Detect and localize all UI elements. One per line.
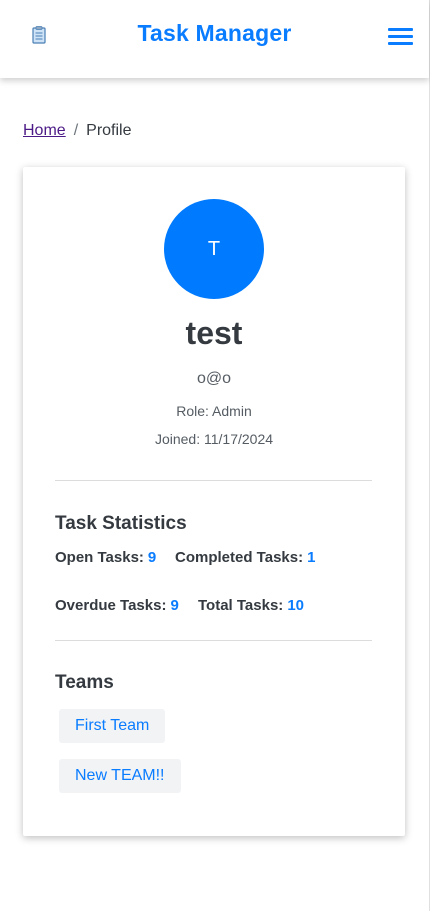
team-chip-new-team[interactable]: New TEAM!!: [59, 759, 181, 793]
teams-title: Teams: [55, 672, 114, 693]
avatar-initial: T: [207, 237, 221, 260]
stat-open-label: Open Tasks:: [55, 549, 144, 566]
stat-open-value: 9: [147, 549, 157, 566]
app-header: Task Manager: [0, 0, 429, 78]
stat-overdue-value: 9: [170, 597, 179, 614]
stat-total-label: Total Tasks:: [198, 597, 284, 614]
app-title: Task Manager: [137, 20, 292, 46]
team-chip-first-team[interactable]: First Team: [59, 709, 166, 743]
breadcrumb-current: Profile: [86, 122, 132, 139]
stat-completed-tasks: Completed Tasks: 1: [175, 549, 315, 566]
app-viewport: Task Manager Home / Profile T test o@o Rol…: [0, 0, 430, 911]
profile-role: Role: Admin: [176, 403, 252, 419]
profile-username: test: [185, 315, 243, 351]
profile-email: o@o: [196, 370, 232, 387]
avatar: T: [164, 199, 264, 299]
stat-completed-label: Completed Tasks:: [175, 549, 304, 566]
stat-overdue-label: Overdue Tasks:: [55, 597, 167, 614]
stat-overdue-tasks: Overdue Tasks: 9: [55, 597, 179, 614]
profile-card: T test o@o Role: Admin Joined: 11/17/202…: [23, 167, 405, 836]
stat-total-value: 10: [287, 597, 304, 614]
task-statistics-title: Task Statistics: [55, 513, 187, 534]
breadcrumb: Home / Profile: [23, 122, 132, 140]
breadcrumb-separator: /: [73, 122, 79, 139]
profile-joined: Joined: 11/17/2024: [154, 431, 274, 447]
stat-completed-value: 1: [307, 549, 316, 566]
breadcrumb-home-link[interactable]: Home: [23, 122, 66, 139]
divider: [55, 640, 372, 641]
stat-open-tasks: Open Tasks: 9: [55, 549, 156, 566]
divider: [55, 480, 372, 481]
hamburger-menu-icon[interactable]: [386, 26, 414, 46]
stat-total-tasks: Total Tasks: 10: [198, 597, 304, 614]
